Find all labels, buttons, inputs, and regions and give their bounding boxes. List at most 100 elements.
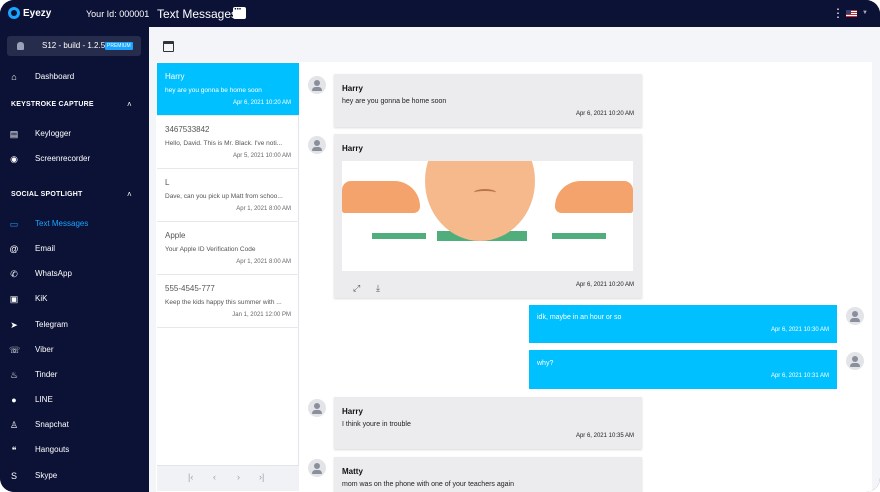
download-icon[interactable]: ⤓ <box>376 283 380 294</box>
message-time: Apr 6, 2021 10:20 AM <box>575 282 634 288</box>
app-frame: Eyezy Your Id: 000001 Text Messages ⋮ ▼ … <box>0 0 880 492</box>
chevron-down-icon[interactable]: ▼ <box>862 10 868 16</box>
prev-page-icon[interactable]: ‹ <box>213 472 216 482</box>
next-page-icon[interactable]: › <box>237 472 240 482</box>
message-bubble-outgoing: idk, maybe in an hour or so Apr 6, 2021 … <box>529 305 837 343</box>
sidebar-item-line[interactable]: ● LINE <box>0 390 149 410</box>
thread-time: Apr 6, 2021 10:20 AM <box>232 100 291 106</box>
flame-icon: ♨ <box>9 370 19 380</box>
avatar <box>308 76 326 94</box>
message-bubble-incoming: Harry I think youre in trouble Apr 6, 20… <box>334 397 642 449</box>
thread-name: 3467533842 <box>165 125 210 134</box>
fullscreen-icon[interactable]: ⤢ <box>353 283 360 294</box>
chevron-up-icon[interactable]: ˄ <box>127 190 132 199</box>
message-bubble-incoming: Harry ⤢ ⤓ Apr 6, 2021 10:20 AM <box>334 134 642 298</box>
main-content: Harry hey are you gonna be home soon Apr… <box>149 27 880 492</box>
page-title: Text Messages <box>157 7 238 21</box>
at-icon: @ <box>9 244 19 254</box>
illustration-head <box>425 161 535 241</box>
chat-bubble-icon <box>233 4 246 19</box>
whatsapp-icon: ✆ <box>10 269 18 279</box>
message-text: why? <box>537 360 554 367</box>
message-time: Apr 6, 2021 10:35 AM <box>575 433 634 439</box>
illustration-hand-left <box>342 181 420 213</box>
us-flag-icon[interactable] <box>846 10 857 17</box>
sidebar-item-dashboard[interactable]: ⌂ Dashboard <box>0 67 149 87</box>
illustration-cuff <box>552 233 606 239</box>
sidebar-item-label: WhatsApp <box>35 269 72 278</box>
last-page-icon[interactable]: ›| <box>259 472 264 482</box>
message-time: Apr 6, 2021 10:30 AM <box>770 327 829 333</box>
avatar <box>308 399 326 417</box>
message-bubble-outgoing: why? Apr 6, 2021 10:31 AM <box>529 350 837 389</box>
first-page-icon[interactable]: |‹ <box>188 472 193 482</box>
sidebar-item-email[interactable]: @ Email <box>0 239 149 259</box>
section-social-spotlight[interactable]: SOCIAL SPOTLIGHT <box>11 191 83 198</box>
sidebar-item-tinder[interactable]: ♨ Tinder <box>0 365 149 385</box>
sidebar-item-hangouts[interactable]: ❝ Hangouts <box>0 440 149 460</box>
message-text: I think youre in trouble <box>342 421 411 428</box>
skype-icon: S <box>10 471 17 481</box>
sidebar-item-label: Skype <box>35 471 58 480</box>
thread-item[interactable]: 555-4545-777 Keep the kids happy this su… <box>157 275 299 328</box>
sidebar-item-telegram[interactable]: ➤ Telegram <box>0 315 149 335</box>
message-time: Apr 6, 2021 10:31 AM <box>770 373 829 379</box>
ghost-icon: ♙ <box>9 420 19 430</box>
app-logo[interactable]: Eyezy <box>8 7 51 19</box>
sidebar: S12 - build - 1.2.5 PREMIUM ⌂ Dashboard … <box>0 27 149 492</box>
sidebar-item-kik[interactable]: ▣ KiK <box>0 289 149 309</box>
thread-item[interactable]: L Dave, can you pick up Matt from schoo.… <box>157 169 299 222</box>
thread-item[interactable]: 3467533842 Hello, David. This is Mr. Bla… <box>157 116 299 169</box>
thread-name: 555-4545-777 <box>165 284 215 293</box>
thread-item[interactable]: Harry hey are you gonna be home soon Apr… <box>157 63 299 116</box>
sidebar-item-snapchat[interactable]: ♙ Snapchat <box>0 415 149 435</box>
logo-text: Eyezy <box>23 7 52 19</box>
thread-preview: Keep the kids happy this summer with ... <box>165 299 282 306</box>
message-sender: Harry <box>342 144 363 153</box>
thread-list: Harry hey are you gonna be home soon Apr… <box>157 63 299 491</box>
chevron-up-icon[interactable]: ˄ <box>127 100 132 109</box>
hangouts-icon: ❝ <box>11 445 17 455</box>
sidebar-item-label: KiK <box>35 294 48 303</box>
avatar <box>846 307 864 325</box>
sidebar-item-skype[interactable]: S Skype <box>0 466 149 486</box>
thread-item[interactable]: Apple Your Apple ID Verification Code Ap… <box>157 222 299 275</box>
avatar <box>308 459 326 477</box>
thread-time: Apr 5, 2021 10:00 AM <box>232 153 291 159</box>
section-keystroke-capture[interactable]: KEYSTROKE CAPTURE <box>11 101 94 108</box>
sidebar-item-whatsapp[interactable]: ✆ WhatsApp <box>0 264 149 284</box>
sidebar-item-text-messages[interactable]: ▭ Text Messages <box>0 214 149 234</box>
more-options-icon[interactable]: ⋮ <box>832 7 844 19</box>
device-selector[interactable]: S12 - build - 1.2.5 PREMIUM <box>7 36 141 56</box>
sidebar-item-label: Keylogger <box>35 129 72 138</box>
logo-icon <box>8 7 20 19</box>
sidebar-item-label: Dashboard <box>35 72 75 81</box>
kik-icon: ▣ <box>9 294 19 304</box>
message-text: hey are you gonna be home soon <box>342 98 447 105</box>
message-sender: Harry <box>342 407 363 416</box>
thread-name: Harry <box>165 72 185 81</box>
home-icon: ⌂ <box>11 72 17 82</box>
thread-preview: Hello, David. This is Mr. Black. I've no… <box>165 140 283 147</box>
sidebar-item-label: LINE <box>35 395 53 404</box>
avatar <box>308 136 326 154</box>
android-icon <box>17 42 24 50</box>
sidebar-item-label: Hangouts <box>35 445 70 454</box>
sidebar-item-label: Email <box>35 244 56 253</box>
thread-preview: Dave, can you pick up Matt from schoo... <box>165 193 283 200</box>
sidebar-item-label: Viber <box>35 345 54 354</box>
thread-name: L <box>165 178 170 187</box>
sidebar-item-viber[interactable]: ☏ Viber <box>0 340 149 360</box>
sidebar-item-label: Text Messages <box>35 219 89 228</box>
message-text: mom was on the phone with one of your te… <box>342 481 514 488</box>
thread-name: Apple <box>165 231 186 240</box>
illustration-cuff <box>372 233 426 239</box>
attached-image[interactable] <box>342 161 633 271</box>
telegram-icon: ➤ <box>10 320 18 330</box>
sidebar-item-label: Screenrecorder <box>35 154 91 163</box>
record-icon: ◉ <box>10 154 18 164</box>
sidebar-item-keylogger[interactable]: ▤ Keylogger <box>0 124 149 144</box>
top-bar: Eyezy Your Id: 000001 Text Messages ⋮ ▼ <box>0 0 880 27</box>
sidebar-item-screenrecorder[interactable]: ◉ Screenrecorder <box>0 149 149 169</box>
calendar-icon[interactable] <box>163 41 174 52</box>
